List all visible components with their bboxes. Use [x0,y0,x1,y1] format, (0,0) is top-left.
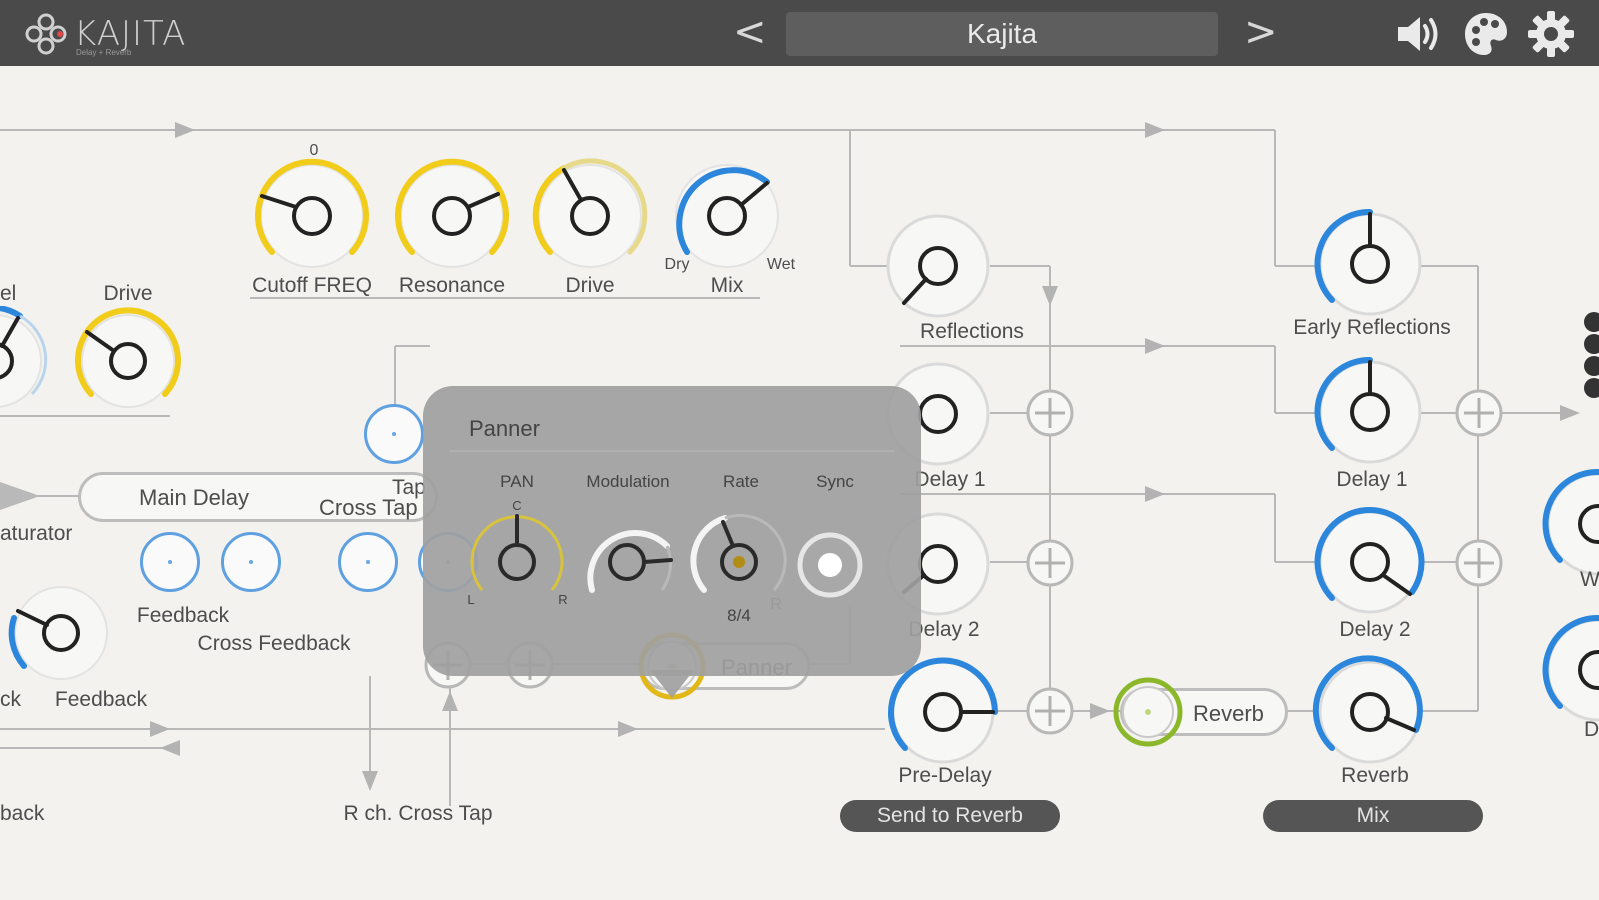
palette-icon[interactable] [1462,10,1510,58]
signal-flow-canvas: 0 Cutoff FREQ Resonance Drive Mix Dry We… [0,66,1599,900]
mix-reverb-knob[interactable] [1312,654,1428,770]
left-drive-label: Drive [103,282,153,305]
filter-drive-knob[interactable] [530,156,650,276]
feedback-led[interactable] [140,532,200,592]
preset-name-display[interactable]: Kajita [786,12,1218,56]
speaker-icon[interactable] [1394,10,1442,58]
resonance-knob[interactable] [392,156,512,276]
mix-delay1-knob[interactable] [1312,354,1428,470]
level-label: el [0,282,17,305]
send-to-reverb-button[interactable]: Send to Reverb [840,800,1060,832]
modulation-label: Modulation [586,472,670,491]
level-knob[interactable] [0,306,50,416]
output-meter-led-2 [1584,334,1599,354]
cross-tap-led[interactable] [338,532,398,592]
send-early-reflections-label: Reflections [920,320,1024,343]
reverb-pill-label: Reverb [1193,701,1264,726]
mix-early-reflections-label: Early Reflections [1293,316,1451,339]
pan-right-label: R [558,592,568,607]
output-dry-knob[interactable] [1540,612,1599,728]
saturator-label: aturator [0,522,73,545]
reverb-toggle[interactable] [1112,676,1184,748]
mix-delay2-knob[interactable] [1312,504,1428,620]
cross-feedback-label: Cross Feedback [197,632,351,655]
modulation-knob[interactable] [577,510,677,610]
feedback-knob[interactable] [6,578,116,688]
logo-subtitle: Delay + Reverb [76,48,132,57]
feedback-small-label: Feedback [136,604,230,627]
sync-toggle[interactable] [795,530,865,600]
rate-knob[interactable] [689,510,789,610]
sum-node-delay1 [1026,389,1074,437]
filter-drive-label: Drive [565,274,615,297]
next-preset-button[interactable]: > [1244,10,1278,54]
pre-delay-label: Pre-Delay [898,764,992,787]
main-delay-label: Main Delay [139,485,250,510]
prev-preset-button[interactable]: < [733,10,767,54]
panner-popup-divider [449,450,895,452]
wet-label: Wet [766,256,796,273]
mix-early-reflections-knob[interactable] [1312,206,1428,322]
cutoff-freq-label: Cutoff FREQ [252,274,372,297]
mix-reverb-label: Reverb [1341,764,1409,787]
sum-node-delay2 [1026,539,1074,587]
dry-label: Dry [664,256,690,273]
output-w-label: W [1580,568,1599,591]
rate-value: 8/4 [727,606,751,625]
gear-icon[interactable] [1527,10,1575,58]
panner-popup-title: Panner [469,416,540,441]
output-wet-knob[interactable] [1540,466,1599,582]
rate-label: Rate [723,472,759,491]
feedback-label: Feedback [54,688,148,711]
pan-left-label: L [467,592,475,607]
top-bar: KAJITA Delay + Reverb < Kajita > [0,0,1599,66]
cross-feedback-led[interactable] [221,532,281,592]
panner-popup: Panner PAN Modulation Rate Sync C L R 8/… [423,386,921,676]
main-delay-pill[interactable]: Main Delay Cross Tap [78,472,438,522]
r-cross-tap-label: R ch. Cross Tap [343,802,493,825]
sum-node-predelay [1026,687,1074,735]
pan-center-label: C [512,498,522,513]
logo: KAJITA Delay + Reverb [22,10,222,58]
logo-icon [25,13,67,55]
filter-mix-label: Mix [710,274,744,297]
output-meter-led-4 [1584,378,1599,398]
back-partial-label: ck [0,688,21,711]
left-drive-knob[interactable] [73,306,183,416]
tap-led[interactable] [364,404,424,464]
sync-label: Sync [816,472,854,491]
pan-label: PAN [500,472,534,491]
mix-sum-node-1 [1455,389,1503,437]
cutoff-zero-label: 0 [309,142,319,159]
tap-label: Tap [392,476,426,499]
resonance-label: Resonance [398,274,506,297]
mix-sum-node-2 [1455,539,1503,587]
pan-knob[interactable] [467,510,567,610]
mix-delay1-label: Delay 1 [1336,468,1408,491]
back2-partial-label: back [0,802,45,825]
saturator-icon[interactable] [0,476,50,516]
output-d-label: D [1584,718,1599,741]
cutoff-freq-knob[interactable] [252,156,372,276]
output-meter-led-1 [1584,312,1599,332]
output-meter-led-3 [1584,356,1599,376]
send-delay1-label: Delay 1 [914,468,986,491]
mix-button[interactable]: Mix [1263,800,1483,832]
send-early-reflections-knob[interactable] [880,208,996,324]
panner-popup-pointer [650,670,694,698]
mix-delay2-label: Delay 2 [1339,618,1411,641]
